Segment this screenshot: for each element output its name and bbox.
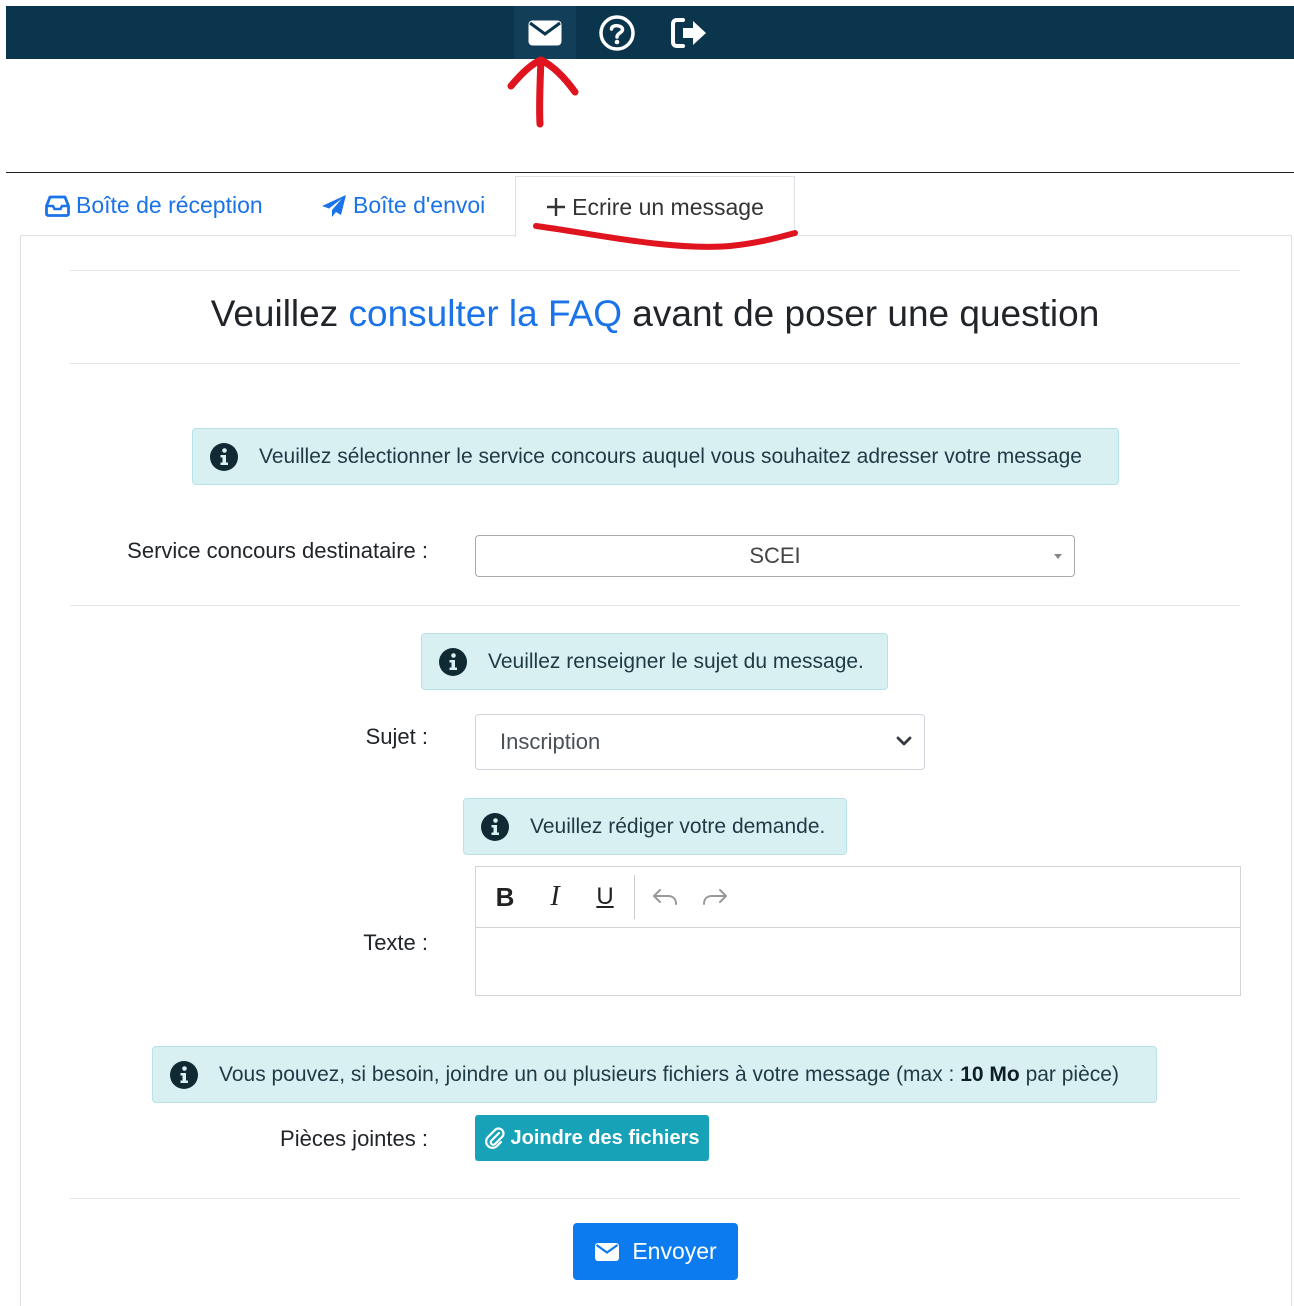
envelope-icon bbox=[528, 20, 562, 45]
undo-button[interactable] bbox=[645, 877, 685, 917]
tab-inbox-label: Boîte de réception bbox=[76, 192, 263, 218]
send-button[interactable]: Envoyer bbox=[573, 1223, 738, 1280]
sign-out-icon bbox=[671, 17, 706, 48]
send-button-label: Envoyer bbox=[632, 1238, 717, 1264]
subject-label: Sujet : bbox=[365, 724, 428, 749]
inbox-icon bbox=[45, 195, 70, 217]
files-text-prefix: Vous pouvez, si besoin, joindre un ou pl… bbox=[219, 1062, 961, 1086]
heading-prefix: Veuillez bbox=[210, 293, 349, 334]
chevron-down-icon bbox=[896, 736, 912, 746]
divider bbox=[70, 1198, 1240, 1199]
files-text-suffix: par pièce) bbox=[1019, 1062, 1119, 1086]
info-alert-service: Veuillez sélectionner le service concour… bbox=[192, 428, 1119, 485]
info-alert-files: Vous pouvez, si besoin, joindre un ou pl… bbox=[152, 1046, 1157, 1103]
tab-sent-label: Boîte d'envoi bbox=[353, 192, 486, 218]
undo-icon bbox=[653, 889, 677, 905]
caret-down-icon bbox=[1054, 554, 1062, 559]
help-button[interactable] bbox=[586, 6, 648, 59]
attach-files-label: Joindre des fichiers bbox=[510, 1126, 700, 1149]
underline-button[interactable]: U bbox=[585, 877, 625, 917]
page-title: Veuillez consulter la FAQ avant de poser… bbox=[70, 293, 1240, 335]
info-circle-icon bbox=[439, 647, 467, 676]
info-circle-icon bbox=[210, 442, 238, 471]
alert-text: Veuillez sélectionner le service concour… bbox=[259, 444, 1082, 468]
text-label: Texte : bbox=[363, 930, 428, 955]
attachments-label: Pièces jointes : bbox=[280, 1126, 428, 1151]
redo-button[interactable] bbox=[695, 877, 735, 917]
subject-selected-value: Inscription bbox=[500, 729, 601, 754]
divider bbox=[70, 363, 1240, 364]
paperclip-icon bbox=[484, 1127, 505, 1149]
toolbar-separator bbox=[634, 875, 635, 919]
annotation-underline bbox=[533, 223, 798, 250]
service-label: Service concours destinataire : bbox=[127, 538, 428, 563]
info-circle-icon bbox=[170, 1060, 198, 1089]
info-alert-subject: Veuillez renseigner le sujet du message. bbox=[421, 633, 888, 690]
editor-toolbar: B I U bbox=[476, 867, 1240, 928]
logout-button[interactable] bbox=[658, 6, 720, 59]
tab-inbox[interactable]: Boîte de réception bbox=[45, 176, 263, 235]
alert-text: Veuillez renseigner le sujet du message. bbox=[488, 649, 864, 673]
rich-text-editor: B I U bbox=[475, 866, 1241, 996]
top-navbar bbox=[6, 6, 1294, 59]
question-circle-icon bbox=[599, 14, 635, 51]
separator-line bbox=[6, 172, 1294, 173]
service-selected-value: SCEI bbox=[749, 543, 801, 568]
italic-button[interactable]: I bbox=[535, 877, 575, 917]
paper-plane-icon bbox=[322, 194, 346, 217]
info-alert-text: Veuillez rédiger votre demande. bbox=[463, 798, 847, 855]
heading-suffix: avant de poser une question bbox=[622, 293, 1100, 334]
plus-icon bbox=[547, 198, 566, 216]
tab-compose-label: Ecrire un message bbox=[572, 193, 764, 220]
annotation-arrow-icon bbox=[507, 56, 579, 128]
envelope-icon bbox=[595, 1242, 620, 1261]
files-max-size: 10 Mo bbox=[960, 1062, 1020, 1086]
tab-sent[interactable]: Boîte d'envoi bbox=[321, 176, 485, 235]
info-circle-icon bbox=[481, 812, 509, 841]
divider bbox=[70, 270, 1240, 271]
subject-select[interactable]: Inscription bbox=[475, 714, 925, 770]
alert-text: Veuillez rédiger votre demande. bbox=[530, 814, 826, 838]
faq-link[interactable]: consulter la FAQ bbox=[349, 293, 623, 334]
service-select[interactable]: SCEI bbox=[475, 535, 1075, 577]
divider bbox=[70, 605, 1240, 606]
editor-text-area[interactable] bbox=[476, 927, 1240, 995]
attach-files-button[interactable]: Joindre des fichiers bbox=[475, 1115, 709, 1161]
redo-icon bbox=[703, 889, 727, 905]
bold-button[interactable]: B bbox=[485, 877, 525, 917]
alert-text: Vous pouvez, si besoin, joindre un ou pl… bbox=[219, 1063, 1119, 1087]
